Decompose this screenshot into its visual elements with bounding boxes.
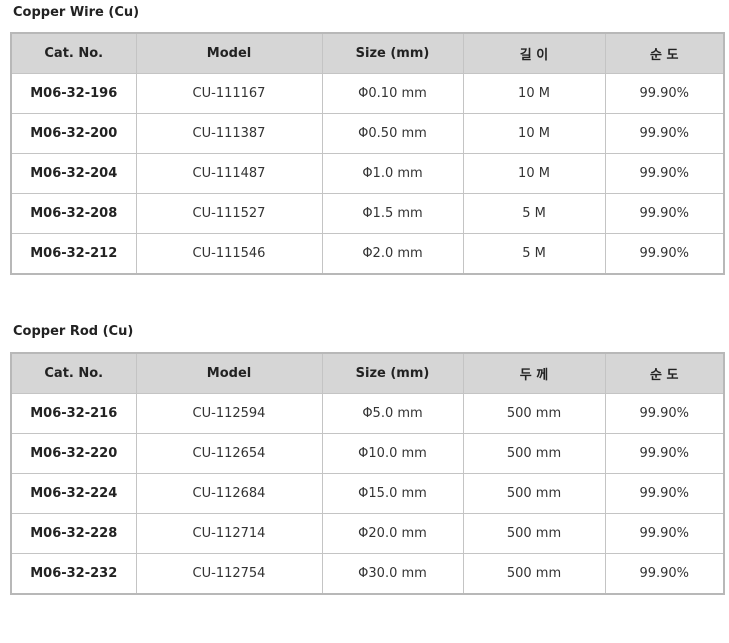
purity-cell: 99.90% (604, 193, 725, 234)
model-cell: CU-112654 (135, 433, 323, 474)
size-cell: Φ0.50 mm (321, 113, 464, 154)
length-cell: 10 M (462, 113, 606, 154)
model-cell: CU-112594 (135, 393, 323, 434)
table-row: M06-32-224 CU-112684 Φ15.0 mm 500 mm 99.… (10, 473, 725, 514)
cat-no-cell: M06-32-216 (10, 393, 137, 434)
thickness-cell: 500 mm (462, 393, 606, 434)
header-purity: 순 도 (604, 32, 725, 74)
header-cat-no: Cat. No. (10, 32, 137, 74)
model-cell: CU-111387 (135, 113, 323, 154)
table-row: M06-32-204 CU-111487 Φ1.0 mm 10 M 99.90% (10, 153, 725, 194)
copper-rod-title: Copper Rod (Cu) (13, 324, 134, 339)
length-cell: 5 M (462, 193, 606, 234)
length-cell: 10 M (462, 153, 606, 194)
purity-cell: 99.90% (604, 393, 725, 434)
size-cell: Φ1.5 mm (321, 193, 464, 234)
size-cell: Φ1.0 mm (321, 153, 464, 194)
table-row: M06-32-220 CU-112654 Φ10.0 mm 500 mm 99.… (10, 433, 725, 474)
purity-cell: 99.90% (604, 553, 725, 595)
purity-cell: 99.90% (604, 233, 725, 275)
model-cell: CU-111546 (135, 233, 323, 275)
header-size: Size (mm) (321, 32, 464, 74)
size-cell: Φ20.0 mm (321, 513, 464, 554)
size-cell: Φ5.0 mm (321, 393, 464, 434)
cat-no-cell: M06-32-204 (10, 153, 137, 194)
copper-wire-title: Copper Wire (Cu) (13, 5, 140, 20)
table-header-row: Cat. No. Model Size (mm) 길 이 순 도 (10, 32, 725, 74)
cat-no-cell: M06-32-224 (10, 473, 137, 514)
purity-cell: 99.90% (604, 113, 725, 154)
purity-cell: 99.90% (604, 433, 725, 474)
cat-no-cell: M06-32-200 (10, 113, 137, 154)
table-row: M06-32-196 CU-111167 Φ0.10 mm 10 M 99.90… (10, 73, 725, 114)
size-cell: Φ2.0 mm (321, 233, 464, 275)
model-cell: CU-111487 (135, 153, 323, 194)
header-purity: 순 도 (604, 352, 725, 394)
header-model: Model (135, 32, 323, 74)
model-cell: CU-111527 (135, 193, 323, 234)
cat-no-cell: M06-32-212 (10, 233, 137, 275)
thickness-cell: 500 mm (462, 513, 606, 554)
cat-no-cell: M06-32-220 (10, 433, 137, 474)
header-size: Size (mm) (321, 352, 464, 394)
table-row: M06-32-232 CU-112754 Φ30.0 mm 500 mm 99.… (10, 553, 725, 595)
header-model: Model (135, 352, 323, 394)
copper-rod-table: Cat. No. Model Size (mm) 두 께 순 도 M06-32-… (10, 352, 725, 595)
purity-cell: 99.90% (604, 513, 725, 554)
table-row: M06-32-200 CU-111387 Φ0.50 mm 10 M 99.90… (10, 113, 725, 154)
length-cell: 10 M (462, 73, 606, 114)
thickness-cell: 500 mm (462, 473, 606, 514)
size-cell: Φ10.0 mm (321, 433, 464, 474)
table-header-row: Cat. No. Model Size (mm) 두 께 순 도 (10, 352, 725, 394)
size-cell: Φ15.0 mm (321, 473, 464, 514)
length-cell: 5 M (462, 233, 606, 275)
table-row: M06-32-216 CU-112594 Φ5.0 mm 500 mm 99.9… (10, 393, 725, 434)
size-cell: Φ0.10 mm (321, 73, 464, 114)
header-length: 길 이 (462, 32, 606, 74)
table-row: M06-32-228 CU-112714 Φ20.0 mm 500 mm 99.… (10, 513, 725, 554)
model-cell: CU-112684 (135, 473, 323, 514)
size-cell: Φ30.0 mm (321, 553, 464, 595)
thickness-cell: 500 mm (462, 433, 606, 474)
header-cat-no: Cat. No. (10, 352, 137, 394)
cat-no-cell: M06-32-208 (10, 193, 137, 234)
model-cell: CU-112714 (135, 513, 323, 554)
model-cell: CU-112754 (135, 553, 323, 595)
cat-no-cell: M06-32-196 (10, 73, 137, 114)
table-row: M06-32-208 CU-111527 Φ1.5 mm 5 M 99.90% (10, 193, 725, 234)
thickness-cell: 500 mm (462, 553, 606, 595)
cat-no-cell: M06-32-228 (10, 513, 137, 554)
cat-no-cell: M06-32-232 (10, 553, 137, 595)
header-thickness: 두 께 (462, 352, 606, 394)
purity-cell: 99.90% (604, 473, 725, 514)
table-row: M06-32-212 CU-111546 Φ2.0 mm 5 M 99.90% (10, 233, 725, 275)
copper-wire-table: Cat. No. Model Size (mm) 길 이 순 도 M06-32-… (10, 32, 725, 275)
purity-cell: 99.90% (604, 73, 725, 114)
purity-cell: 99.90% (604, 153, 725, 194)
model-cell: CU-111167 (135, 73, 323, 114)
